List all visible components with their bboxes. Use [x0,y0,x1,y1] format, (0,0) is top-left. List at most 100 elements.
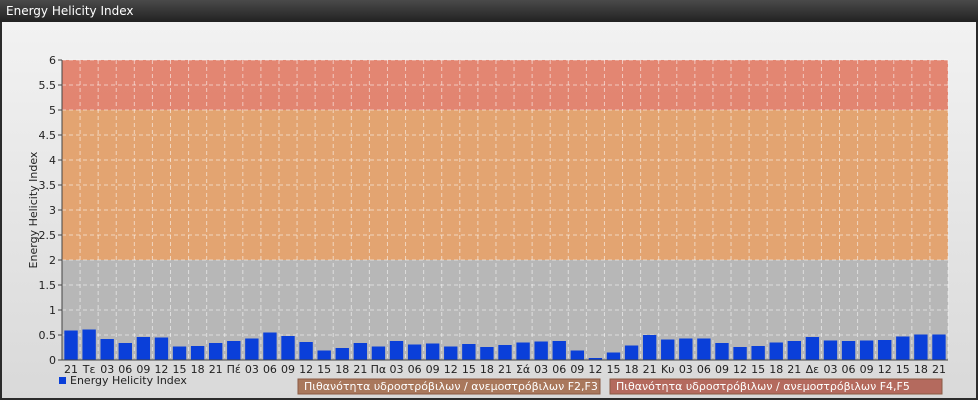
bar [932,334,946,360]
x-tick-label: 09 [570,363,584,376]
x-tick-label: 06 [408,363,422,376]
x-tick-label: 09 [281,363,295,376]
x-tick-label: Κυ [661,363,675,376]
bar [407,344,422,360]
x-tick-label: 09 [860,363,874,376]
x-tick-label: 15 [606,363,620,376]
bar [624,345,639,360]
x-tick-label: 12 [878,363,892,376]
x-tick-label: 15 [317,363,331,376]
y-tick-label: 6 [49,54,56,67]
x-tick-label: 03 [390,363,404,376]
x-tick-label: 21 [353,363,367,376]
x-tick-label: 21 [787,363,801,376]
bar [498,345,512,360]
bar [245,338,259,360]
bar [190,346,205,360]
x-tick-label: 18 [191,363,205,376]
bar [317,350,331,360]
bar [805,337,820,360]
x-tick-label: 15 [751,363,765,376]
x-tick-label: 06 [697,363,711,376]
x-tick-label: 18 [335,363,349,376]
bar [353,343,368,360]
bar [389,341,404,360]
bar [751,346,765,360]
x-tick-label: 18 [769,363,783,376]
y-tick-label: 0 [49,354,56,367]
chart-window: Energy Helicity Index 0 0.5 1 1.5 2 2.5 3 3.5 4 4… [0,0,978,400]
x-tick-label: 03 [823,363,837,376]
y-tick-label: 2 [49,254,56,267]
x-tick-label: 12 [588,363,602,376]
x-tick-label: 18 [625,363,639,376]
window-title: Energy Helicity Index [0,0,978,22]
x-tick-label: Πέ [227,363,241,376]
x-tick-label: 15 [896,363,910,376]
x-tick-label: 09 [426,363,440,376]
bar [136,337,151,360]
y-tick-label: 5.5 [39,79,57,92]
y-tick-label: 4 [49,154,56,167]
chart: 00.511.522.533.544.555.56 21 Τε 03 06 09 12 15… [2,22,976,398]
x-tick-label: 06 [842,363,856,376]
y-tick-label: 3.5 [39,179,57,192]
bar [154,337,169,360]
bar [425,343,440,360]
bar [516,342,530,360]
x-tick-label: 18 [914,363,928,376]
x-tick-label: 06 [263,363,277,376]
x-tick-label: 21 [932,363,946,376]
y-tick-label: 1.5 [39,279,57,292]
bar [787,341,801,360]
bar [118,343,132,360]
bar [335,348,349,360]
bar [841,341,856,360]
bar [642,335,657,360]
x-tick-label: Σά [516,363,530,376]
bar [371,346,386,360]
bar [172,346,187,360]
bar [64,330,78,360]
bar [281,336,295,360]
bar [859,340,874,360]
x-tick-label: 12 [299,363,313,376]
y-axis-label: Energy Helicity Index [27,151,40,268]
x-tick-label: Πα [371,363,387,376]
bar [444,346,458,360]
bar [570,350,585,360]
bar [299,342,313,360]
x-tick-label: 03 [679,363,693,376]
bar [100,339,114,360]
x-tick-label: 06 [552,363,566,376]
band-label-text: Πιθανότητα υδροστρόβιλων / ανεμοστρόβιλω… [616,380,910,393]
x-tick-label: 18 [480,363,494,376]
bar [209,343,223,360]
bar [878,340,892,360]
x-tick-label: 09 [715,363,729,376]
x-tick-label: 12 [444,363,458,376]
y-tick-label: 4.5 [39,129,57,142]
bar [896,336,910,360]
bar [697,338,711,360]
bar [715,343,729,360]
bar [733,347,747,360]
bar [661,339,675,360]
bar [227,341,241,360]
x-tick-label: 21 [209,363,223,376]
x-tick-label: 03 [245,363,259,376]
y-tick-label: 2.5 [39,229,57,242]
band-label-text: Πιθανότητα υδροστρόβιλων / ανεμοστρόβιλω… [304,380,598,393]
bar [769,342,783,360]
legend-swatch [59,377,66,384]
bar [82,329,96,360]
x-tick-label: 12 [733,363,747,376]
x-tick-label: 15 [462,363,476,376]
bar [552,341,566,360]
legend-label: Energy Helicity Index [70,374,187,387]
bar [263,332,277,360]
y-tick-label: 0.5 [39,329,57,342]
x-tick-label: Δε [806,363,820,376]
bar [823,340,838,360]
y-tick-label: 1 [49,304,56,317]
